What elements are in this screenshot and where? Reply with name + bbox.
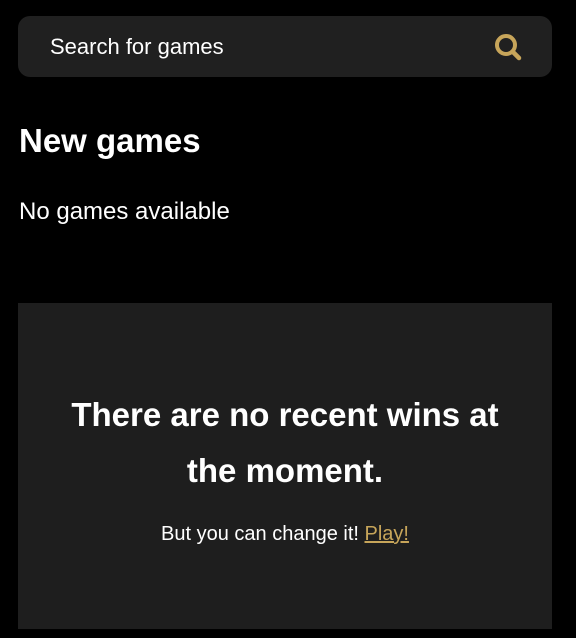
search-input[interactable] xyxy=(50,33,492,60)
search-bar[interactable] xyxy=(18,16,552,77)
page: New games No games available There are n… xyxy=(0,0,576,638)
recent-wins-panel: There are no recent wins at the moment. … xyxy=(18,303,552,629)
no-games-message: No games available xyxy=(19,198,230,225)
recent-wins-subtext: But you can change it! xyxy=(161,523,359,545)
new-games-title: New games xyxy=(19,122,201,159)
search-icon[interactable] xyxy=(492,31,524,63)
recent-wins-headline: There are no recent wins at the moment. xyxy=(71,396,499,489)
play-link[interactable]: Play! xyxy=(365,523,409,545)
recent-wins-subtext-line: But you can change it! Play! xyxy=(18,523,552,546)
